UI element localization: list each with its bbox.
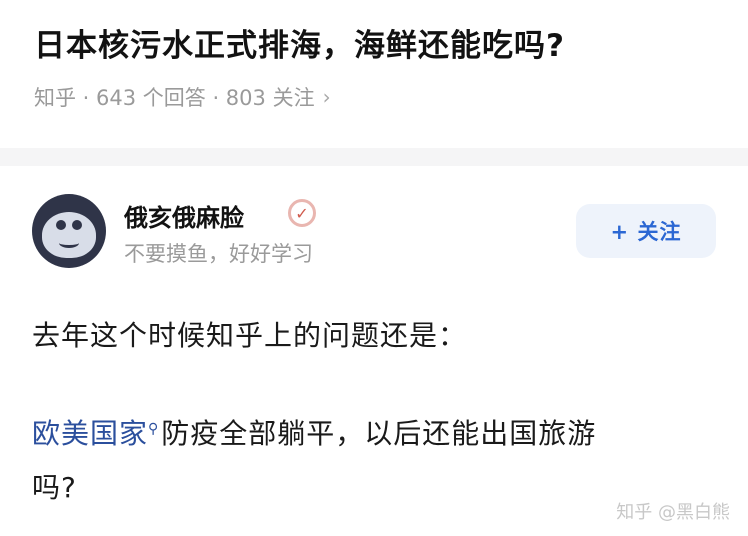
question-stats: 知乎 · 643 个回答 · 803 关注	[34, 86, 315, 110]
avatar-face	[42, 212, 96, 258]
question-meta[interactable]: 知乎 · 643 个回答 · 803 关注 ›	[34, 82, 331, 112]
answer-paragraph-2: 欧美国家⚲防疫全部躺平，以后还能出国旅游	[32, 412, 596, 452]
section-divider	[0, 148, 748, 166]
author-name[interactable]: 俄亥俄麻脸	[124, 198, 244, 233]
answer-paragraph-2-cont: 吗?	[32, 471, 77, 504]
search-link[interactable]: 欧美国家	[32, 417, 148, 450]
watermark: 知乎 @黑白熊	[616, 502, 730, 523]
question-header: 日本核污水正式排海，海鲜还能吃吗? 知乎 · 643 个回答 · 803 关注 …	[0, 0, 748, 148]
follow-button[interactable]: + 关注	[576, 204, 716, 258]
avatar-eye	[56, 220, 66, 230]
question-title[interactable]: 日本核污水正式排海，海鲜还能吃吗?	[34, 20, 565, 65]
answer-paragraph-2-text: 防疫全部躺平，以后还能出国旅游	[161, 417, 597, 450]
avatar[interactable]	[32, 194, 106, 268]
author-bio: 不要摸鱼，好好学习	[124, 242, 313, 266]
answer-paragraph-1: 去年这个时候知乎上的问题还是：	[32, 319, 468, 352]
answer-card: 俄亥俄麻脸 ✓ 不要摸鱼，好好学习 + 关注 去年这个时候知乎上的问题还是： 欧…	[0, 166, 748, 536]
chevron-right-icon: ›	[322, 85, 331, 109]
verified-badge-icon: ✓	[288, 199, 316, 227]
avatar-mouth	[59, 238, 79, 248]
search-icon[interactable]: ⚲	[148, 421, 159, 437]
avatar-eye	[72, 220, 82, 230]
